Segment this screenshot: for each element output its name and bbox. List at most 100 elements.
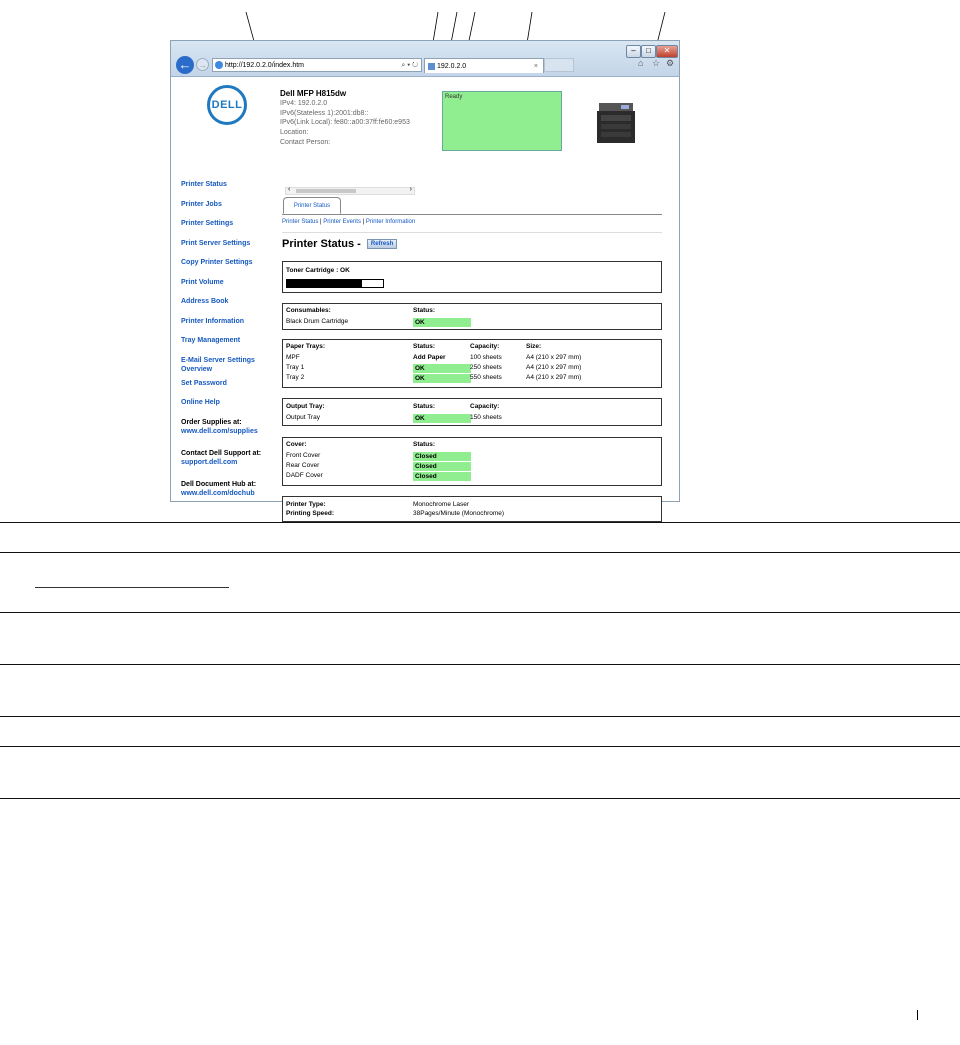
- tray-status: OK: [413, 364, 471, 373]
- ipv6-link-local: IPv6(Link Local): fe80::a00:37ff:fe60:e9…: [280, 119, 410, 126]
- operator-panel-display: Ready: [442, 91, 562, 151]
- page-margin-mark: [917, 1010, 918, 1020]
- sub-navigation: Printer Status | Printer Events | Printe…: [282, 219, 415, 225]
- table-rule: [0, 716, 960, 717]
- consumables-box: Consumables: Status: Black Drum Cartridg…: [282, 303, 662, 330]
- horizontal-scrollbar[interactable]: ‹ ›: [285, 186, 415, 195]
- nav-printer-status[interactable]: Printer Status: [181, 180, 273, 200]
- toner-label: Toner Cartridge : OK: [286, 267, 350, 274]
- address-bar[interactable]: http://192.0.2.0/index.htm ⌕ ▾ ↻: [212, 58, 422, 72]
- cover-header: Cover:: [286, 441, 307, 448]
- nav-email-server-settings[interactable]: E-Mail Server Settings Overview: [181, 356, 273, 379]
- sublink-printer-information[interactable]: Printer Information: [366, 219, 415, 225]
- refresh-button[interactable]: Refresh: [366, 239, 398, 250]
- close-window-button[interactable]: ✕: [656, 45, 678, 58]
- back-icon[interactable]: ←: [176, 56, 194, 74]
- nav-email-line1: E-Mail Server Settings: [181, 356, 255, 364]
- tab-printer-status[interactable]: Printer Status: [283, 197, 341, 214]
- tab-strip-line: [282, 214, 662, 215]
- nav-printer-jobs[interactable]: Printer Jobs: [181, 200, 273, 220]
- section-divider: [282, 232, 662, 233]
- nav-print-server-settings[interactable]: Print Server Settings: [181, 239, 273, 259]
- panel-status-text: Ready: [445, 94, 463, 100]
- tray-capacity: 550 sheets: [470, 374, 502, 381]
- nav-online-help[interactable]: Online Help: [181, 398, 273, 418]
- table-rule: [0, 612, 960, 613]
- tray-size: A4 (210 x 297 mm): [526, 364, 582, 371]
- underline-rule: [35, 587, 229, 588]
- location-label: Location:: [280, 129, 309, 136]
- browser-window: – □ ✕ ← → http://192.0.2.0/index.htm ⌕ ▾…: [170, 40, 680, 522]
- contact-support-label: Contact Dell Support at:: [181, 449, 262, 457]
- printing-speed-value: 38Pages/Minute (Monochrome): [413, 510, 505, 517]
- minimize-button[interactable]: –: [626, 45, 641, 58]
- document-hub-link[interactable]: www.dell.com/dochub: [181, 489, 273, 498]
- gear-icon[interactable]: ⚙: [666, 58, 674, 69]
- paper-trays-box: Paper Trays: Status: Capacity: Size: MPF…: [282, 339, 662, 388]
- tray-size: A4 (210 x 297 mm): [526, 374, 582, 381]
- paper-size-header: Size:: [526, 343, 542, 350]
- printer-image: [597, 103, 635, 143]
- cover-status: Closed: [413, 452, 471, 461]
- tray-capacity: 250 sheets: [470, 364, 502, 371]
- maximize-button[interactable]: □: [641, 45, 656, 58]
- dell-logo: DELL: [207, 85, 247, 125]
- nav-set-password[interactable]: Set Password: [181, 379, 273, 399]
- table-rule: [0, 664, 960, 665]
- sublink-printer-events[interactable]: Printer Events: [323, 219, 361, 225]
- cover-status-header: Status:: [413, 441, 436, 448]
- nav-printer-information[interactable]: Printer Information: [181, 317, 273, 337]
- consumable-item: Black Drum Cartridge: [286, 318, 349, 325]
- consumables-status-header: Status:: [413, 307, 436, 314]
- printer-type-value: Monochrome Laser: [413, 501, 469, 508]
- scroll-thumb[interactable]: [296, 189, 356, 193]
- favorites-star-icon[interactable]: ☆: [652, 58, 660, 69]
- tab-title: 192.0.2.0: [437, 63, 467, 70]
- nav-tray-management[interactable]: Tray Management: [181, 336, 273, 356]
- cover-item: Rear Cover: [286, 462, 320, 469]
- document-hub-label: Dell Document Hub at:: [181, 480, 257, 488]
- new-tab-button[interactable]: [544, 58, 574, 72]
- table-rule: [0, 746, 960, 747]
- separator: |: [362, 219, 365, 225]
- order-supplies-label: Order Supplies at:: [181, 418, 242, 426]
- table-rule: [0, 522, 960, 523]
- printer-model: Dell MFP H815dw: [280, 89, 347, 98]
- consumables-header: Consumables:: [286, 307, 331, 314]
- scroll-right-icon[interactable]: ›: [410, 186, 412, 193]
- nav-copy-printer-settings[interactable]: Copy Printer Settings: [181, 258, 273, 278]
- url-text: http://192.0.2.0/index.htm: [225, 62, 304, 69]
- toner-gauge-fill: [287, 280, 362, 287]
- page-title-text: Printer Status -: [282, 238, 361, 250]
- order-supplies-link[interactable]: www.dell.com/supplies: [181, 427, 273, 436]
- tray-status: Add Paper: [413, 354, 446, 361]
- scroll-left-icon[interactable]: ‹: [288, 186, 290, 193]
- nav-address-book[interactable]: Address Book: [181, 297, 273, 317]
- tray-item: Tray 1: [286, 364, 305, 371]
- separator: |: [320, 219, 322, 225]
- browser-toolbar: – □ ✕ ← → http://192.0.2.0/index.htm ⌕ ▾…: [171, 41, 679, 77]
- address-controls[interactable]: ⌕ ▾ ↻: [401, 59, 418, 72]
- cover-item: Front Cover: [286, 452, 321, 459]
- sublink-printer-status[interactable]: Printer Status: [282, 219, 318, 225]
- nav-printer-settings[interactable]: Printer Settings: [181, 219, 273, 239]
- ie-favicon-icon: [215, 61, 223, 69]
- table-rule: [0, 552, 960, 553]
- printing-speed-label: Printing Speed:: [286, 510, 335, 517]
- contact-support-link[interactable]: support.dell.com: [181, 458, 273, 467]
- tab-close-button[interactable]: ×: [534, 59, 538, 74]
- browser-tab-active[interactable]: 192.0.2.0 ×: [424, 58, 544, 73]
- consumable-status: OK: [413, 318, 471, 327]
- nav-print-volume[interactable]: Print Volume: [181, 278, 273, 298]
- page-favicon-icon: [428, 63, 435, 70]
- output-tray-box: Output Tray: Status: Capacity: Output Tr…: [282, 398, 662, 426]
- home-icon[interactable]: ⌂: [638, 58, 643, 68]
- ipv6-stateless: IPv6(Stateless 1):2001:db8::: [280, 110, 369, 117]
- page-content: DELL Dell MFP H815dw IPv4: 192.0.2.0 IPv…: [171, 77, 679, 522]
- toner-gauge: [286, 279, 384, 288]
- cover-box: Cover: Status: Front Cover Closed Rear C…: [282, 437, 662, 486]
- output-tray-header: Output Tray:: [286, 403, 325, 410]
- sidebar-nav: Printer Status Printer Jobs Printer Sett…: [181, 180, 273, 511]
- forward-icon[interactable]: →: [196, 58, 209, 71]
- paper-status-header: Status:: [413, 343, 436, 350]
